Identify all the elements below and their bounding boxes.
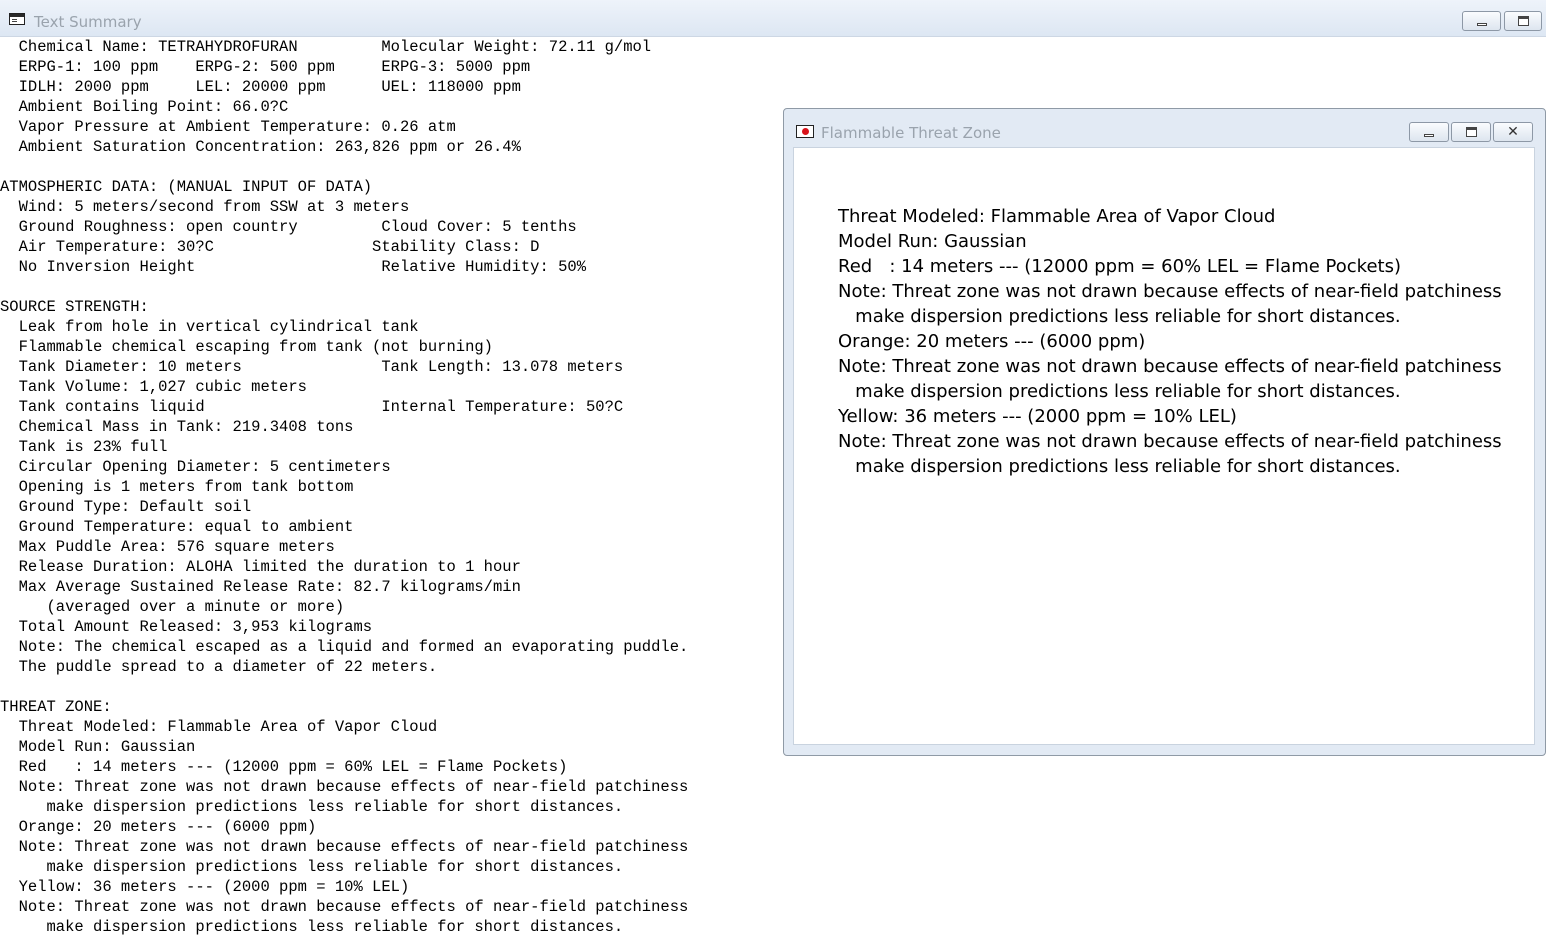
minimize-icon [1424,134,1434,137]
text-summary-title: Text Summary [34,13,142,31]
summary-line: No Inversion Height Relative Humidity: 5… [0,258,586,276]
threat-zone-titlebar[interactable]: Flammable Threat Zone ✕ [784,109,1545,146]
summary-line: make dispersion predictions less reliabl… [0,858,624,876]
maximize-icon [1518,16,1529,26]
summary-line: Orange: 20 meters --- (6000 ppm) [0,818,317,836]
summary-line: Ground Type: Default soil [0,498,252,516]
threat-line: Note: Threat zone was not drawn because … [838,431,1502,452]
summary-line: Air Temperature: 30?C Stability Class: D [0,238,540,256]
summary-line: Note: Threat zone was not drawn because … [0,778,689,796]
summary-line: Yellow: 36 meters --- (2000 ppm = 10% LE… [0,878,410,896]
summary-line: Threat Modeled: Flammable Area of Vapor … [0,718,438,736]
summary-line: Tank Diameter: 10 meters Tank Length: 13… [0,358,624,376]
summary-line: Max Puddle Area: 576 square meters [0,538,335,556]
threat-zone-content[interactable]: Threat Modeled: Flammable Area of Vapor … [793,147,1535,745]
summary-line: Release Duration: ALOHA limited the dura… [0,558,521,576]
summary-line: Tank contains liquid Internal Temperatur… [0,398,624,416]
threat-line: Note: Threat zone was not drawn because … [838,281,1502,302]
summary-line: Opening is 1 meters from tank bottom [0,478,354,496]
threat-line: Orange: 20 meters --- (6000 ppm) [838,331,1146,352]
summary-line: make dispersion predictions less reliabl… [0,918,624,936]
summary-line: Total Amount Released: 3,953 kilograms [0,618,373,636]
threat-line: make dispersion predictions less reliabl… [838,306,1401,327]
close-icon: ✕ [1507,124,1519,140]
section-heading: SOURCE STRENGTH: [0,298,149,316]
summary-line: (averaged over a minute or more) [0,598,345,616]
threat-line: Model Run: Gaussian [838,231,1027,252]
text-summary-content[interactable]: Chemical Name: TETRAHYDROFURAN Molecular… [0,37,780,942]
threat-zone-minimize-button[interactable] [1409,122,1449,142]
threat-line: Note: Threat zone was not drawn because … [838,356,1502,377]
summary-line: Model Run: Gaussian [0,738,196,756]
summary-line: Flammable chemical escaping from tank (n… [0,338,493,356]
text-summary-maximize-button[interactable] [1504,11,1542,31]
threat-line: Threat Modeled: Flammable Area of Vapor … [838,206,1276,227]
text-summary-minimize-button[interactable] [1462,11,1501,31]
summary-line: Circular Opening Diameter: 5 centimeters [0,458,391,476]
summary-line: Ground Temperature: equal to ambient [0,518,354,536]
text-summary-window-icon[interactable] [9,13,25,25]
summary-line: Tank is 23% full [0,438,168,456]
section-heading: THREAT ZONE: [0,698,112,716]
summary-line: Note: Threat zone was not drawn because … [0,898,689,916]
maximize-icon [1466,127,1477,137]
threat-line: Yellow: 36 meters --- (2000 ppm = 10% LE… [838,406,1237,427]
threat-line: make dispersion predictions less reliabl… [838,456,1401,477]
summary-line: Chemical Name: TETRAHYDROFURAN Molecular… [0,38,652,56]
summary-line: Note: The chemical escaped as a liquid a… [0,638,689,656]
summary-line: Ambient Boiling Point: 66.0?C [0,98,289,116]
summary-line: IDLH: 2000 ppm LEL: 20000 ppm UEL: 11800… [0,78,521,96]
threat-line: Red : 14 meters --- (12000 ppm = 60% LEL… [838,256,1401,277]
summary-line: Ambient Saturation Concentration: 263,82… [0,138,521,156]
threat-zone-flag-icon[interactable] [796,125,814,138]
threat-zone-maximize-button[interactable] [1451,122,1491,142]
summary-line: Leak from hole in vertical cylindrical t… [0,318,419,336]
text-summary-titlebar[interactable]: Text Summary [0,0,1546,37]
minimize-icon [1476,23,1487,26]
summary-line: Max Average Sustained Release Rate: 82.7… [0,578,521,596]
summary-line: ERPG-1: 100 ppm ERPG-2: 500 ppm ERPG-3: … [0,58,531,76]
summary-line: Note: Threat zone was not drawn because … [0,838,689,856]
section-heading: ATMOSPHERIC DATA: (MANUAL INPUT OF DATA) [0,178,373,196]
summary-line: make dispersion predictions less reliabl… [0,798,624,816]
threat-zone-title: Flammable Threat Zone [821,124,1001,142]
summary-line: Red : 14 meters --- (12000 ppm = 60% LEL… [0,758,568,776]
summary-line: Ground Roughness: open country Cloud Cov… [0,218,577,236]
summary-line: Wind: 5 meters/second from SSW at 3 mete… [0,198,410,216]
threat-line: make dispersion predictions less reliabl… [838,381,1401,402]
summary-line: Chemical Mass in Tank: 219.3408 tons [0,418,354,436]
threat-zone-close-button[interactable]: ✕ [1493,122,1533,142]
flammable-threat-zone-window: Flammable Threat Zone ✕ Threat Modeled: … [783,108,1546,756]
summary-line: The puddle spread to a diameter of 22 me… [0,658,438,676]
summary-line: Vapor Pressure at Ambient Temperature: 0… [0,118,456,136]
summary-line: Tank Volume: 1,027 cubic meters [0,378,307,396]
